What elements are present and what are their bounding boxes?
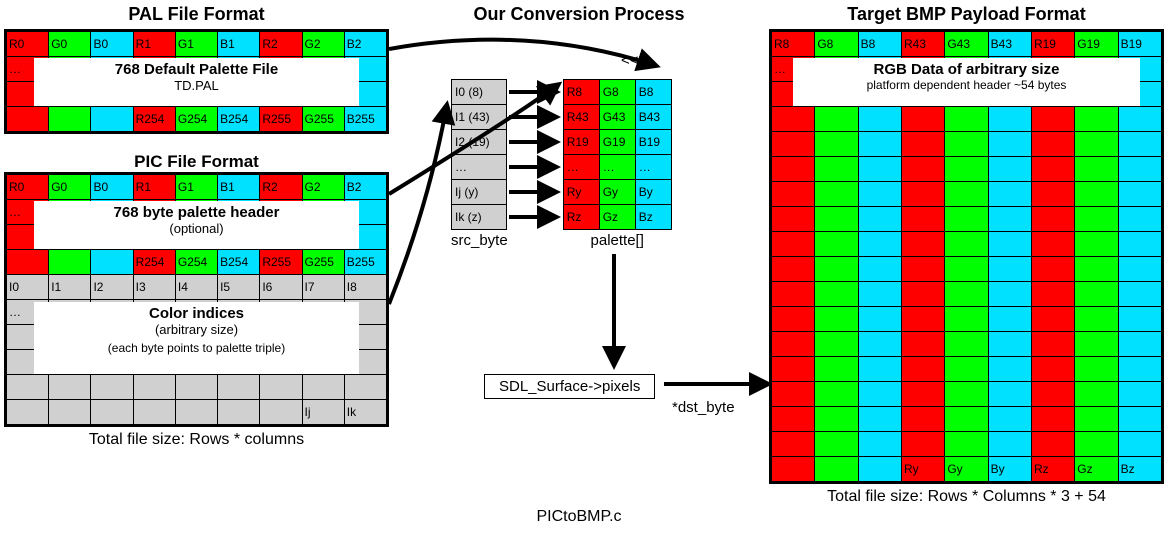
- cell: G255: [302, 250, 344, 275]
- cell: B0: [91, 32, 133, 57]
- pic-pal-sub: (optional): [34, 221, 359, 236]
- src-label: src_byte: [451, 232, 508, 249]
- cell: B1: [218, 32, 260, 57]
- bmp-overlay-sub: platform dependent header ~54 bytes: [793, 78, 1140, 92]
- cell: B254: [218, 107, 260, 132]
- pal-overlay-sub: TD.PAL: [34, 78, 359, 93]
- shift-label: << 2: [621, 52, 651, 69]
- bmp-grid: R8 G8 B8 R43 G43 B43 R19 G19 B19 … …… ………: [769, 29, 1164, 484]
- pal-title: PAL File Format: [4, 4, 389, 25]
- conversion-tables: I0 (8) I1 (43) I2 (19) … Ij (y) Ik (z) s…: [451, 79, 672, 249]
- cell: Gy: [945, 457, 988, 482]
- cell: I5: [218, 275, 260, 300]
- cell: R0: [7, 175, 49, 200]
- cell: R19: [1031, 32, 1074, 57]
- cell: R254: [133, 250, 175, 275]
- cell: B255: [344, 250, 386, 275]
- pic-idx-note: (each byte points to palette triple): [34, 341, 359, 355]
- pal-grid: R0 G0 B0 R1 G1 B1 R2 G2 B2 … …: [4, 29, 389, 134]
- pic-grid: R0 G0 B0 R1 G1 B1 R2 G2 B2 … …: [4, 172, 389, 427]
- cell: I0 (8): [452, 80, 507, 105]
- cell: …: [452, 155, 507, 180]
- pic-caption: Total file size: Rows * columns: [4, 431, 389, 449]
- cell: B1: [218, 175, 260, 200]
- cell: I0: [7, 275, 49, 300]
- cell: R2: [260, 32, 302, 57]
- mid-caption: PICtoBMP.c: [389, 508, 769, 526]
- cell: I1: [49, 275, 91, 300]
- lookup-label: palette[]: [563, 232, 672, 249]
- cell: Ik: [344, 400, 386, 425]
- cell: B254: [218, 250, 260, 275]
- cell: Ij: [302, 400, 344, 425]
- cell: G1: [175, 175, 217, 200]
- cell: I8: [344, 275, 386, 300]
- cell: G2: [302, 175, 344, 200]
- sdl-box: SDL_Surface->pixels: [484, 374, 655, 399]
- cell: I2: [91, 275, 133, 300]
- dst-label: *dst_byte: [672, 399, 735, 416]
- cell: B2: [344, 175, 386, 200]
- cell: R255: [260, 250, 302, 275]
- cell: R1: [133, 32, 175, 57]
- cell: G255: [302, 107, 344, 132]
- cell: I4: [175, 275, 217, 300]
- cell: Ij (y): [452, 180, 507, 205]
- cell: Ry: [901, 457, 944, 482]
- pic-pal-title: 768 byte palette header: [34, 204, 359, 221]
- cell: B8: [858, 32, 901, 57]
- cell: G0: [49, 32, 91, 57]
- cell: R254: [133, 107, 175, 132]
- cell: B2: [344, 32, 386, 57]
- cell: R2: [260, 175, 302, 200]
- cell: Bz: [1118, 457, 1161, 482]
- bmp-title: Target BMP Payload Format: [769, 4, 1164, 25]
- cell: G0: [49, 175, 91, 200]
- cell: B43: [988, 32, 1031, 57]
- lookup-table: R8G8B8 R43G43B43 R19G19B19 ……… RyGyBy Rz…: [563, 79, 672, 230]
- pic-idx-title: Color indices: [34, 305, 359, 322]
- cell: By: [988, 457, 1031, 482]
- cell: R0: [7, 32, 49, 57]
- mid-title: Our Conversion Process: [389, 4, 769, 25]
- cell: G254: [175, 250, 217, 275]
- cell: Ik (z): [452, 205, 507, 230]
- pal-overlay-title: 768 Default Palette File: [34, 61, 359, 78]
- cell: G8: [815, 32, 858, 57]
- cell: I6: [260, 275, 302, 300]
- pic-idx-sub: (arbitrary size): [34, 322, 359, 337]
- cell: R8: [772, 32, 815, 57]
- cell: I3: [133, 275, 175, 300]
- cell: G43: [945, 32, 988, 57]
- cell: Rz: [1031, 457, 1074, 482]
- cell: R255: [260, 107, 302, 132]
- bmp-overlay-title: RGB Data of arbitrary size: [793, 61, 1140, 78]
- cell: G254: [175, 107, 217, 132]
- cell: G2: [302, 32, 344, 57]
- cell: Gz: [1075, 457, 1118, 482]
- cell: R1: [133, 175, 175, 200]
- cell: I7: [302, 275, 344, 300]
- cell: B0: [91, 175, 133, 200]
- pic-title: PIC File Format: [4, 152, 389, 172]
- cell: G1: [175, 32, 217, 57]
- cell: I2 (19): [452, 130, 507, 155]
- cell: R43: [901, 32, 944, 57]
- cell: G19: [1075, 32, 1118, 57]
- cell: I1 (43): [452, 105, 507, 130]
- bmp-caption: Total file size: Rows * Columns * 3 + 54: [769, 488, 1164, 506]
- cell: B19: [1118, 32, 1161, 57]
- cell: B255: [344, 107, 386, 132]
- src-table: I0 (8) I1 (43) I2 (19) … Ij (y) Ik (z): [451, 79, 507, 230]
